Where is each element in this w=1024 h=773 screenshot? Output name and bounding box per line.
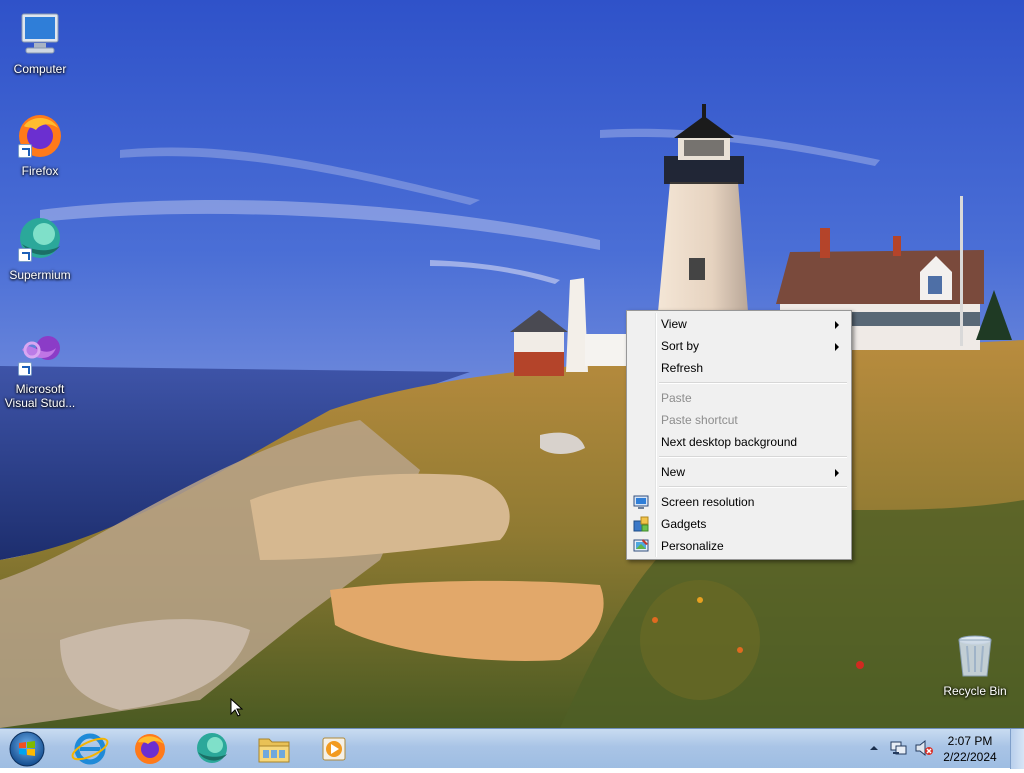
recycle-bin-icon (951, 632, 999, 680)
submenu-arrow-icon (835, 321, 839, 329)
desktop-icon-firefox[interactable]: Firefox (0, 112, 80, 178)
desktop-icon-label: Firefox (21, 164, 59, 178)
shortcut-arrow-icon (18, 248, 32, 262)
supermium-icon (197, 733, 227, 763)
menu-item-label: Sort by (661, 339, 700, 353)
taskbar: 2:07 PM 2/22/2024 (0, 728, 1024, 769)
menu-item-sort-by[interactable]: Sort by (629, 335, 849, 357)
taskbar-supermium[interactable] (184, 730, 240, 768)
menu-item-label: New (661, 465, 686, 479)
menu-separator (659, 486, 847, 488)
chevron-up-icon[interactable] (868, 743, 880, 753)
volume-muted-icon[interactable] (914, 739, 934, 757)
menu-item-new[interactable]: New (629, 461, 849, 483)
menu-item-label: Screen resolution (661, 495, 755, 509)
windows-start-icon (9, 731, 45, 767)
menu-item-label: Gadgets (661, 517, 707, 531)
menu-item-label: Refresh (661, 361, 704, 375)
menu-item-screen-resolution[interactable]: Screen resolution (629, 491, 849, 513)
mouse-cursor-icon (230, 698, 244, 717)
desktop-icon-label: Microsoft Visual Stud... (4, 382, 76, 410)
menu-item-label: View (661, 317, 687, 331)
desktop-wallpaper[interactable] (0, 0, 1024, 728)
desktop-icon-recycle-bin[interactable]: Recycle Bin (935, 632, 1015, 698)
screen-resolution-icon (633, 495, 649, 509)
visual-studio-icon (16, 330, 64, 378)
personalize-icon (633, 539, 649, 552)
desktop-icon-label: Computer (13, 62, 67, 76)
menu-item-gadgets[interactable]: Gadgets (629, 513, 849, 535)
menu-item-paste[interactable]: Paste (629, 387, 849, 409)
wallpaper-image (0, 0, 1024, 728)
start-button[interactable] (0, 730, 56, 768)
menu-item-label: Next desktop background (661, 435, 798, 449)
supermium-icon (16, 216, 64, 264)
firefox-icon (16, 112, 64, 160)
menu-item-refresh[interactable]: Refresh (629, 357, 849, 379)
submenu-arrow-icon (835, 343, 839, 351)
menu-item-paste-shortcut[interactable]: Paste shortcut (629, 409, 849, 431)
clock-time: 2:07 PM (947, 734, 993, 748)
desktop-icon-supermium[interactable]: Supermium (0, 216, 80, 282)
desktop-context-menu: View Sort by Refresh Paste Paste shortcu… (626, 310, 852, 560)
gadgets-icon (633, 516, 649, 532)
desktop-icon-computer[interactable]: Computer (0, 10, 80, 76)
menu-item-view[interactable]: View (629, 313, 849, 335)
desktop-icon-label: Recycle Bin (943, 684, 1007, 698)
network-icon[interactable] (890, 739, 908, 757)
show-desktop-button[interactable] (1010, 729, 1024, 769)
internet-explorer-icon (71, 733, 109, 765)
desktop-icon-label: Supermium (9, 268, 71, 282)
menu-separator (659, 456, 847, 458)
desktop-icon-visual-studio[interactable]: Microsoft Visual Stud... (0, 330, 80, 410)
folder-icon (258, 738, 290, 763)
media-player-icon (322, 737, 346, 761)
menu-item-label: Personalize (661, 539, 724, 553)
taskbar-file-explorer[interactable] (246, 730, 302, 768)
taskbar-clock[interactable]: 2:07 PM 2/22/2024 (938, 733, 1002, 765)
taskbar-media-player[interactable] (306, 730, 362, 768)
menu-item-label: Paste shortcut (661, 413, 738, 427)
menu-item-label: Paste (661, 391, 692, 405)
computer-icon (16, 10, 64, 58)
firefox-icon (135, 734, 165, 764)
clock-date: 2/22/2024 (943, 750, 997, 764)
shortcut-arrow-icon (18, 362, 32, 376)
menu-item-personalize[interactable]: Personalize (629, 535, 849, 557)
taskbar-internet-explorer[interactable] (62, 730, 118, 768)
menu-separator (659, 382, 847, 384)
shortcut-arrow-icon (18, 144, 32, 158)
menu-item-next-desktop-background[interactable]: Next desktop background (629, 431, 849, 453)
taskbar-firefox[interactable] (122, 730, 178, 768)
submenu-arrow-icon (835, 469, 839, 477)
